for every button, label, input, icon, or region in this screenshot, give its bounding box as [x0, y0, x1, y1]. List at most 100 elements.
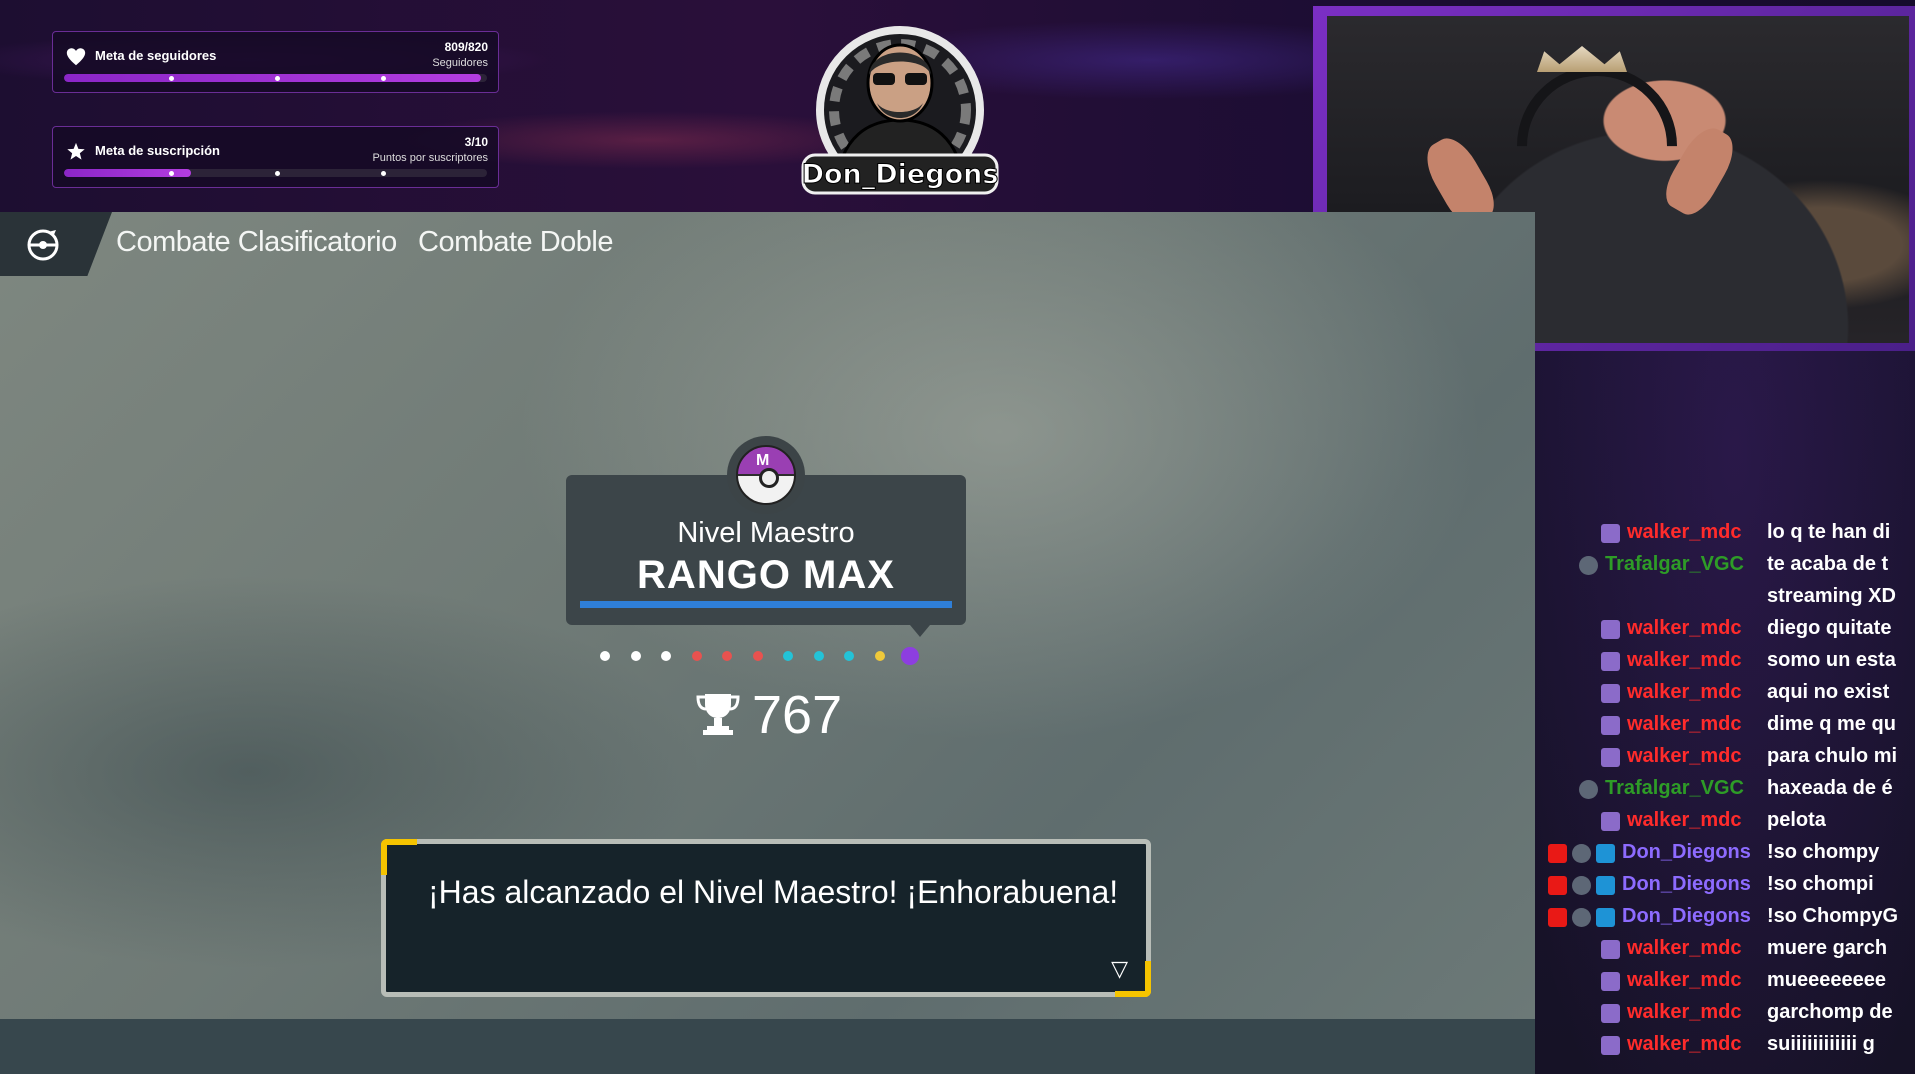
chat-username[interactable]: Trafalgar_VGC — [1605, 777, 1744, 800]
rank-progress-dots — [600, 645, 940, 669]
chat-message: walker_mdc somo un esta — [1535, 647, 1915, 677]
followers-goal-count: 809/820 — [444, 40, 488, 54]
subscriber-badge-icon — [1601, 940, 1620, 959]
broadcaster-badge-icon — [1548, 908, 1567, 927]
chat-username[interactable]: walker_mdc — [1627, 969, 1742, 992]
gear-badge-icon — [1579, 556, 1598, 575]
chat-text: garchomp de — [1767, 1001, 1893, 1023]
rank-dot — [752, 651, 763, 661]
chat-panel: walker_mdc lo q te han di Trafalgar_VGC te … — [1535, 351, 1915, 1074]
chat-username[interactable]: Don_Diegons — [1622, 841, 1751, 864]
chat-text: !so chompi — [1767, 873, 1874, 895]
chat-message: Don_Diegons !so chompy — [1535, 839, 1915, 869]
advance-arrow-icon[interactable]: ▽ — [1111, 957, 1128, 982]
subscriber-badge-icon — [1601, 1036, 1620, 1055]
rank-dot — [661, 651, 671, 661]
chat-message: walker_mdc suiiiiiiiiiiii g — [1535, 1031, 1915, 1061]
subscriber-badge-icon — [1601, 972, 1620, 991]
moderator-badge-icon — [1596, 908, 1615, 927]
pokeball-battle-icon — [27, 229, 59, 261]
chat-username[interactable]: walker_mdc — [1627, 1033, 1742, 1056]
subscriber-badge-icon — [1601, 652, 1620, 671]
chat-username[interactable]: walker_mdc — [1627, 745, 1742, 768]
chat-text-continuation: streaming XD — [1767, 585, 1896, 607]
subscription-goal-count: 3/10 — [464, 135, 488, 149]
subscription-goal-unit: Puntos por suscriptores — [372, 152, 488, 164]
chat-message: walker_mdc dime q me qu — [1535, 711, 1915, 741]
master-ball-letter: M — [756, 452, 770, 469]
rank-dot — [844, 651, 854, 661]
subscriber-badge-icon — [1601, 620, 1620, 639]
streamer-logo: Don_Diegons — [801, 26, 999, 195]
subscriber-badge-icon — [1601, 812, 1620, 831]
chat-text: pelota — [1767, 809, 1826, 831]
followers-goal-label: Meta de seguidores — [95, 48, 217, 63]
progress-tick — [381, 171, 386, 176]
chat-username[interactable]: walker_mdc — [1627, 521, 1742, 544]
moderator-badge-icon — [1596, 844, 1615, 863]
followers-goal-unit: Seguidores — [432, 57, 488, 69]
master-ball-icon: M — [727, 436, 805, 514]
rank-dot — [600, 651, 610, 661]
chat-text: suiiiiiiiiiiii g — [1767, 1033, 1875, 1055]
star-icon — [67, 142, 85, 160]
tab-double-battle[interactable]: Combate Doble — [418, 226, 614, 259]
gear-badge-icon — [1579, 780, 1598, 799]
chat-message: walker_mdc diego quitate — [1535, 615, 1915, 645]
subscriber-badge-icon — [1601, 748, 1620, 767]
rank-dot — [813, 651, 824, 661]
chat-message: walker_mdc lo q te han di — [1535, 519, 1915, 549]
moderator-badge-icon — [1596, 876, 1615, 895]
subscriber-badge-icon — [1601, 716, 1620, 735]
chat-text: diego quitate — [1767, 617, 1892, 639]
chat-message: walker_mdc aqui no exist — [1535, 679, 1915, 709]
subscriber-badge-icon — [1601, 524, 1620, 543]
rank-progress-bar — [580, 601, 952, 608]
chat-username[interactable]: Trafalgar_VGC — [1605, 553, 1744, 576]
chat-message: walker_mdc garchomp de — [1535, 999, 1915, 1029]
rank-dot — [901, 647, 919, 665]
subscriber-badge-icon — [1601, 684, 1620, 703]
chat-username[interactable]: Don_Diegons — [1622, 873, 1751, 896]
chat-message: walker_mdc mueeeeeeee — [1535, 967, 1915, 997]
chat-text: muere garch — [1767, 937, 1888, 959]
chat-message: Trafalgar_VGC haxeada de é — [1535, 775, 1915, 805]
chat-message: Don_Diegons !so chompi — [1535, 871, 1915, 901]
subscription-goal-widget: Meta de suscripción 3/10 Puntos por susc… — [52, 126, 499, 188]
message-dialog[interactable]: ¡Has alcanzado el Nivel Maestro! ¡Enhora… — [381, 839, 1151, 997]
chat-message: walker_mdc para chulo mi — [1535, 743, 1915, 773]
progress-tick — [169, 171, 174, 176]
followers-goal-widget: Meta de seguidores 809/820 Seguidores — [52, 31, 499, 93]
tab-ranked-battle[interactable]: Combate Clasificatorio — [116, 226, 397, 259]
chat-username[interactable]: walker_mdc — [1627, 681, 1742, 704]
chat-text: te acaba de t — [1767, 553, 1889, 575]
game-header: Combate Clasificatorio Combate Doble — [0, 212, 1535, 276]
game-footer-bar — [0, 1019, 1535, 1074]
dialog-message: ¡Has alcanzado el Nivel Maestro! ¡Enhora… — [428, 874, 1119, 910]
followers-progress-fill — [64, 74, 482, 82]
rank-dot — [630, 651, 641, 661]
chat-message: walker_mdc muere garch — [1535, 935, 1915, 965]
chat-username[interactable]: walker_mdc — [1627, 937, 1742, 960]
game-capture: Combate Clasificatorio Combate Doble Niv… — [0, 212, 1535, 1074]
chat-username[interactable]: Don_Diegons — [1622, 905, 1751, 928]
chat-username[interactable]: walker_mdc — [1627, 649, 1742, 672]
chat-text: dime q me qu — [1767, 713, 1896, 735]
chat-username[interactable]: walker_mdc — [1627, 809, 1742, 832]
gear-badge-icon — [1572, 908, 1591, 927]
chat-text: mueeeeeeee — [1767, 969, 1886, 991]
chat-username[interactable]: walker_mdc — [1627, 713, 1742, 736]
rank-dot — [783, 651, 793, 661]
subscriber-badge-icon — [1601, 1004, 1620, 1023]
chat-username[interactable]: walker_mdc — [1627, 1001, 1742, 1024]
rank-dot — [874, 651, 885, 661]
chat-text: somo un esta — [1767, 649, 1896, 671]
chat-text: lo q te han di — [1767, 521, 1891, 543]
broadcaster-badge-icon — [1548, 844, 1567, 863]
progress-tick — [275, 76, 280, 81]
chat-username[interactable]: walker_mdc — [1627, 617, 1742, 640]
progress-tick — [275, 171, 280, 176]
gear-badge-icon — [1572, 844, 1591, 863]
rank-dot — [691, 651, 702, 661]
dialog-corner-accent — [381, 839, 417, 875]
